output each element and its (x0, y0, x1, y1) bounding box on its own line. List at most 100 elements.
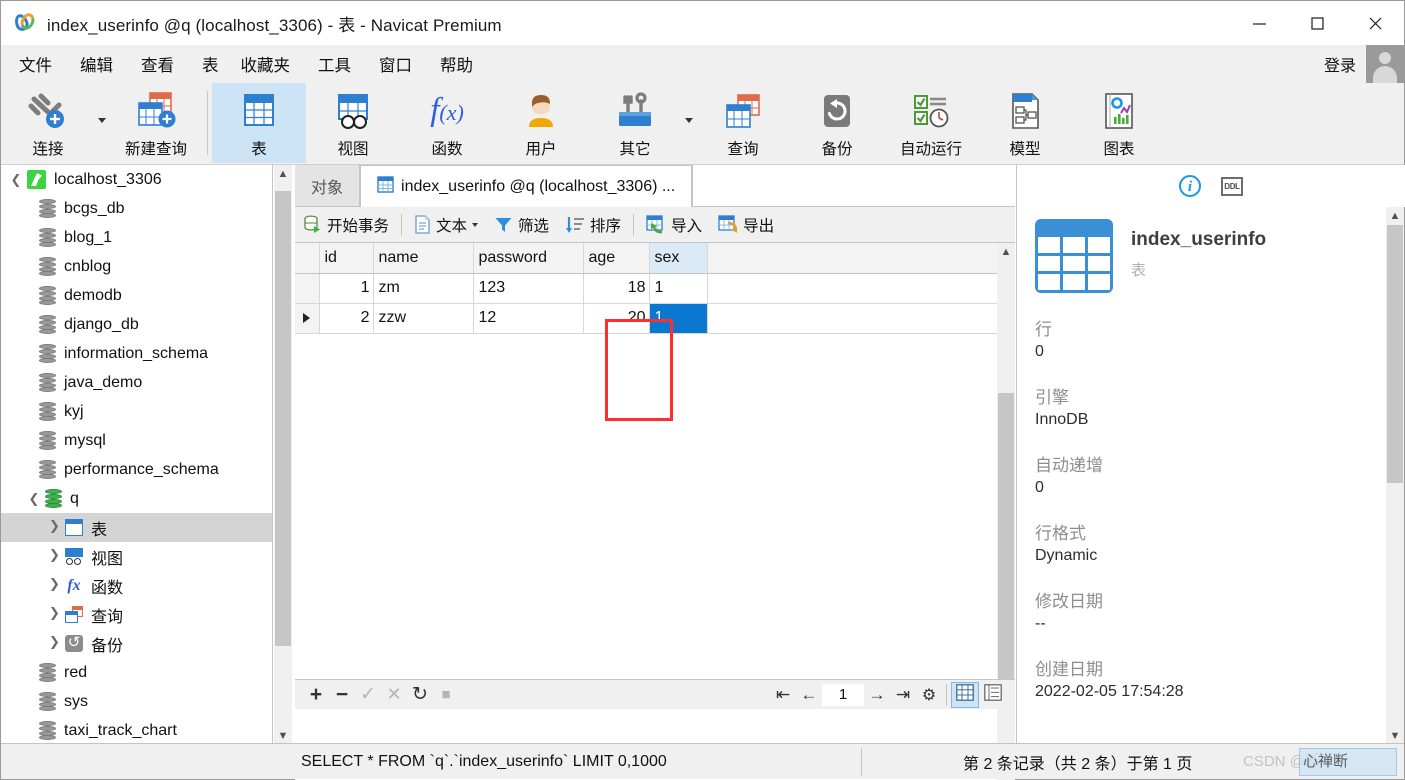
cell-sex-selected[interactable]: 1 (649, 303, 708, 334)
connection-dropdown-caret-icon[interactable] (95, 83, 109, 163)
tab-objects[interactable]: 对象 (295, 165, 361, 206)
avatar[interactable] (1366, 45, 1404, 83)
table-row[interactable]: 1 zm 123 18 1 (295, 273, 997, 304)
tree-node-tables[interactable]: ❮ 表 (1, 513, 272, 542)
menu-edit[interactable]: 编辑 (70, 48, 123, 80)
info-panel-scrollbar[interactable]: ▲ ▼ (1386, 207, 1404, 745)
menu-favorites[interactable]: 收藏夹 (231, 48, 301, 80)
last-page-button[interactable]: ⇥ (890, 682, 916, 708)
tree-node-sys[interactable]: sys (1, 687, 272, 716)
scroll-up-icon[interactable]: ▲ (1386, 207, 1404, 225)
grid-settings-button[interactable]: ⚙ (916, 682, 942, 708)
scroll-up-icon[interactable]: ▲ (274, 165, 292, 183)
cell-age[interactable]: 18 (583, 273, 650, 304)
tree-node-queries[interactable]: ❮ 查询 (1, 600, 272, 629)
grid-view-toggle[interactable] (951, 681, 979, 708)
ribbon-new-query[interactable]: 新建查询 (109, 83, 203, 163)
tree-node-django_db[interactable]: django_db (1, 310, 272, 339)
tree-node-performance_schema[interactable]: performance_schema (1, 455, 272, 484)
confirm-button[interactable]: ✓ (355, 682, 381, 708)
tree-node-localhost_3306[interactable]: ❮ localhost_3306 (1, 165, 272, 194)
tree-node-red[interactable]: red (1, 658, 272, 687)
cell-sex[interactable]: 1 (649, 273, 708, 304)
chevron-right-icon[interactable]: ❮ (43, 636, 65, 651)
tree-node-demodb[interactable]: demodb (1, 281, 272, 310)
tab-index-userinfo[interactable]: index_userinfo @q (localhost_3306) ... (360, 165, 693, 207)
cell-password[interactable]: 123 (473, 273, 584, 304)
row-marker[interactable] (295, 303, 320, 334)
add-record-button[interactable]: + (303, 682, 329, 708)
import-button[interactable]: 导入 (638, 210, 710, 240)
row-marker[interactable] (295, 273, 320, 304)
tree-node-functions[interactable]: ❮ fx 函数 (1, 571, 272, 600)
ddl-tab-button[interactable]: DDL (1221, 176, 1243, 196)
chevron-down-icon[interactable]: ❮ (23, 492, 45, 505)
cell-age[interactable]: 20 (583, 303, 650, 334)
cell-id[interactable]: 1 (319, 273, 374, 304)
begin-transaction-button[interactable]: 开始事务 (295, 210, 397, 240)
refresh-button[interactable]: ↻ (407, 682, 433, 708)
ribbon-other[interactable]: 其它 (588, 83, 682, 163)
ribbon-chart[interactable]: 图表 (1072, 83, 1166, 163)
column-header-age[interactable]: age (583, 243, 650, 274)
database-tree[interactable]: ❮ localhost_3306 bcgs_db blog_1 cnblog d… (1, 165, 273, 745)
stop-button[interactable]: ■ (433, 682, 459, 708)
scroll-up-icon[interactable]: ▲ (997, 243, 1015, 261)
chevron-down-icon[interactable]: ❮ (5, 173, 27, 186)
cell-name[interactable]: zzw (373, 303, 474, 334)
ribbon-function[interactable]: f(x) 函数 (400, 83, 494, 163)
table-row[interactable]: 2 zzw 12 20 1 (295, 303, 997, 334)
cell-name[interactable]: zm (373, 273, 474, 304)
grid-scroll-thumb[interactable] (998, 393, 1014, 688)
prev-page-button[interactable]: ← (796, 682, 822, 708)
chevron-right-icon[interactable]: ❮ (43, 520, 65, 535)
filter-button[interactable]: 筛选 (486, 210, 557, 240)
column-header-sex[interactable]: sex (649, 243, 708, 274)
ribbon-query[interactable]: 查询 (696, 83, 790, 163)
ribbon-connection[interactable]: 连接 (1, 83, 95, 163)
first-page-button[interactable]: ⇤ (770, 682, 796, 708)
ribbon-table[interactable]: 表 (212, 83, 306, 163)
export-button[interactable]: 导出 (710, 210, 782, 240)
chevron-right-icon[interactable]: ❮ (43, 549, 65, 564)
form-view-toggle[interactable] (979, 682, 1007, 708)
cell-id[interactable]: 2 (319, 303, 374, 334)
sidebar-scroll-thumb[interactable] (275, 191, 291, 646)
ribbon-user[interactable]: 用户 (494, 83, 588, 163)
next-page-button[interactable]: → (864, 682, 890, 708)
tree-node-mysql[interactable]: mysql (1, 426, 272, 455)
menu-view[interactable]: 查看 (131, 48, 184, 80)
info-tab-button[interactable]: i (1179, 175, 1201, 197)
cancel-button[interactable]: ✕ (381, 682, 407, 708)
chevron-right-icon[interactable]: ❮ (43, 607, 65, 622)
minimize-button[interactable] (1230, 1, 1288, 45)
menu-tools[interactable]: 工具 (308, 48, 361, 80)
column-header-password[interactable]: password (473, 243, 584, 274)
ribbon-backup[interactable]: 备份 (790, 83, 884, 163)
tree-node-bcgs_db[interactable]: bcgs_db (1, 194, 272, 223)
delete-record-button[interactable]: − (329, 682, 355, 708)
tree-node-views[interactable]: ❮ 视图 (1, 542, 272, 571)
sort-button[interactable]: 排序 (557, 210, 629, 240)
tree-node-blog_1[interactable]: blog_1 (1, 223, 272, 252)
menu-table[interactable]: 表 (192, 48, 229, 80)
ribbon-model[interactable]: 模型 (978, 83, 1072, 163)
tree-node-taxi_track_chart[interactable]: taxi_track_chart (1, 716, 272, 745)
text-button[interactable]: 文本 (406, 210, 486, 240)
cell-password[interactable]: 12 (473, 303, 584, 334)
menu-help[interactable]: 帮助 (430, 48, 483, 80)
tree-node-information_schema[interactable]: information_schema (1, 339, 272, 368)
page-number-input[interactable]: 1 (822, 683, 864, 706)
maximize-button[interactable] (1288, 1, 1346, 45)
tree-node-q[interactable]: ❮ q (1, 484, 272, 513)
column-header-name[interactable]: name (373, 243, 474, 274)
other-dropdown-caret-icon[interactable] (682, 83, 696, 163)
info-scroll-thumb[interactable] (1387, 225, 1403, 483)
tree-node-cnblog[interactable]: cnblog (1, 252, 272, 281)
tree-node-kyj[interactable]: kyj (1, 397, 272, 426)
column-header-id[interactable]: id (319, 243, 374, 274)
menu-window[interactable]: 窗口 (369, 48, 422, 80)
tree-node-java_demo[interactable]: java_demo (1, 368, 272, 397)
chevron-right-icon[interactable]: ❮ (43, 578, 65, 593)
ribbon-view[interactable]: 视图 (306, 83, 400, 163)
